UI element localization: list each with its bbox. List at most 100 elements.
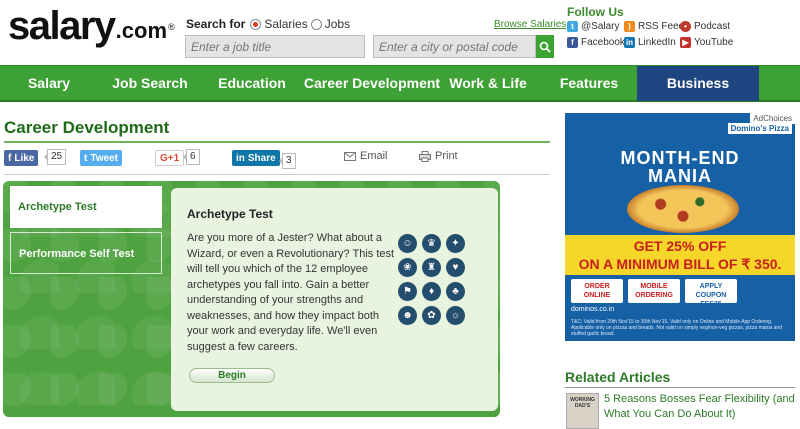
follow-rss-label: RSS Feed: [638, 21, 685, 32]
archetype-icon: ✦: [446, 234, 465, 253]
tab-performance-self-test[interactable]: Performance Self Test: [10, 232, 162, 274]
ad-headline-line-2: MANIA: [648, 166, 712, 186]
follow-twitter-label: @Salary: [581, 21, 620, 32]
ad-url: dominos.co.in: [571, 306, 615, 313]
nav-career-development[interactable]: Career Development: [301, 66, 443, 101]
follow-youtube-label: YouTube: [694, 37, 734, 48]
archetype-test-content: Archetype Test Are you more of a Jester?…: [171, 188, 498, 411]
twitter-icon: t: [84, 152, 88, 164]
follow-rss-link[interactable]: ) RSS Feed: [624, 21, 684, 32]
salaries-radio[interactable]: [250, 18, 262, 30]
search-type-selector: Search for Salaries Jobs: [186, 17, 350, 31]
follow-youtube-link[interactable]: ▶ YouTube: [680, 37, 733, 48]
page-title: Career Development: [4, 118, 170, 137]
ad-order-online: ORDER ONLINE: [571, 279, 623, 303]
follow-podcast-label: Podcast: [694, 21, 731, 32]
follow-linkedin-label: LinkedIn: [638, 37, 676, 48]
email-icon: [344, 151, 356, 161]
archetype-icon: ☻: [398, 306, 417, 325]
nav-business-products[interactable]: Business Products: [637, 66, 759, 126]
archetype-icon: ☺: [398, 234, 417, 253]
jobs-radio[interactable]: [310, 18, 322, 30]
follow-facebook-link[interactable]: f Facebook: [567, 37, 625, 48]
dominos-logo: Domino's Pizza: [727, 123, 792, 134]
tweet-label: Tweet: [90, 152, 118, 164]
jobs-radio-label: Jobs: [324, 17, 351, 31]
ad-headline-line-1: MONTH-END: [620, 148, 740, 168]
browse-salaries-link[interactable]: Browse Salaries: [494, 19, 566, 30]
ad-offer-line-2: ON A MINIMUM BILL OF ₹ 350.: [578, 256, 782, 272]
facebook-like-label: Like: [14, 152, 35, 164]
begin-button[interactable]: Begin: [189, 368, 275, 383]
ad-offer-line-1: GET 25% OFF: [633, 238, 727, 254]
archetype-icon: ✿: [422, 306, 441, 325]
logo-com: .com: [115, 18, 168, 43]
share-divider: [4, 174, 550, 175]
linkedin-share-count: 3: [279, 153, 296, 169]
related-articles-title: Related Articles: [565, 369, 671, 385]
google-plus-button[interactable]: G+1: [155, 150, 185, 166]
ad-fine-print: T&C: Valid from 29th Nov'15 to 30th Nov'…: [571, 319, 782, 337]
linkedin-share-button[interactable]: in Share: [232, 150, 280, 166]
archetype-icon: ♦: [422, 282, 441, 301]
archetype-icon: ❀: [398, 258, 417, 277]
content-description: Are you more of a Jester? What about a W…: [187, 232, 395, 353]
linkedin-share-label: Share: [247, 152, 276, 164]
search-button[interactable]: [536, 35, 554, 58]
nav-salary[interactable]: Salary: [8, 66, 90, 101]
follow-podcast-link[interactable]: • Podcast: [680, 21, 730, 32]
follow-linkedin-link[interactable]: in LinkedIn: [624, 37, 676, 48]
archetype-icon: ☼: [446, 306, 465, 325]
rss-icon: ): [624, 21, 635, 32]
archetype-icon: ♣: [446, 282, 465, 301]
career-tools-panel: Archetype Test Performance Self Test Arc…: [3, 181, 500, 417]
search-label: Search for: [186, 17, 246, 31]
follow-us-title: Follow Us: [567, 5, 624, 19]
google-plus-label: G+1: [160, 152, 180, 164]
follow-twitter-link[interactable]: t @Salary: [567, 21, 620, 32]
location-input[interactable]: [373, 35, 536, 58]
dominos-ad-banner[interactable]: AdChoices Domino's Pizza MONTH-END MANIA…: [565, 113, 795, 341]
archetype-icon: ♛: [422, 234, 441, 253]
facebook-like-button[interactable]: f Like: [4, 150, 39, 166]
linkedin-icon: in: [236, 152, 245, 164]
nav-education[interactable]: Education: [208, 66, 296, 101]
article-thumbnail[interactable]: WORKING DAD'S: [566, 393, 599, 429]
facebook-like-count: 25: [43, 149, 67, 165]
follow-facebook-label: Facebook: [581, 37, 625, 48]
linkedin-icon: in: [624, 37, 635, 48]
search-icon: [539, 41, 551, 53]
pizza-image: [627, 185, 739, 233]
email-label: Email: [360, 150, 388, 162]
logo-text: salary: [8, 4, 116, 48]
nav-features[interactable]: Features: [551, 66, 627, 101]
archetype-icon: ♥: [446, 258, 465, 277]
tab-archetype-test[interactable]: Archetype Test: [10, 186, 162, 228]
podcast-icon: •: [680, 21, 691, 32]
archetype-icon: ⚑: [398, 282, 417, 301]
related-divider: [565, 387, 795, 388]
print-label: Print: [435, 150, 458, 162]
salary-logo[interactable]: salary .com ®: [8, 6, 175, 46]
tweet-button[interactable]: t Tweet: [80, 150, 122, 166]
content-title: Archetype Test: [187, 207, 273, 221]
facebook-icon: f: [567, 37, 578, 48]
ad-headline: MONTH-END MANIA: [565, 149, 795, 185]
title-divider: [4, 141, 550, 143]
main-nav: Salary Job Search Education Career Devel…: [0, 65, 800, 126]
nav-work-life[interactable]: Work & Life: [447, 66, 529, 101]
facebook-icon: f: [8, 152, 12, 164]
job-title-input[interactable]: [185, 35, 365, 58]
twitter-icon: t: [567, 21, 578, 32]
youtube-icon: ▶: [680, 37, 691, 48]
ad-mobile-ordering: MOBILE ORDERING: [628, 279, 680, 303]
ad-coupon: APPLY COUPON FES25: [685, 279, 737, 308]
email-share-link[interactable]: Email: [344, 150, 388, 162]
print-link[interactable]: Print: [419, 150, 458, 162]
logo-registered: ®: [168, 22, 175, 32]
nav-job-search[interactable]: Job Search: [98, 66, 202, 101]
print-icon: [419, 150, 431, 162]
related-article-link[interactable]: 5 Reasons Bosses Fear Flexibility (and W…: [604, 392, 796, 421]
google-plus-count: 6: [183, 149, 200, 165]
ad-offer: GET 25% OFF ON A MINIMUM BILL OF ₹ 350.: [565, 235, 795, 275]
